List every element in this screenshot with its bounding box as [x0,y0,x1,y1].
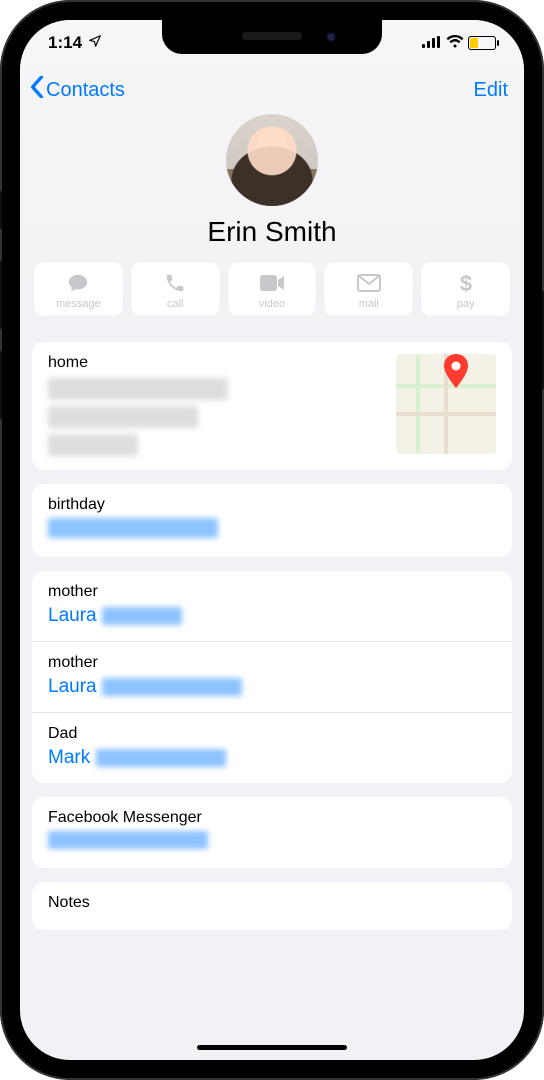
contact-header-area: Contacts Edit Erin Smith message call [20,20,524,328]
avatar[interactable] [226,114,318,206]
cellular-icon [422,33,442,53]
address-value-redacted [48,378,384,456]
screen: 1:14 [20,20,524,1060]
action-label: call [167,298,184,310]
edit-button[interactable]: Edit [474,79,508,102]
video-icon [259,272,285,294]
map-thumbnail[interactable] [396,354,496,454]
mail-icon [356,272,382,294]
volume-down-button [0,350,2,420]
status-time: 1:14 [48,33,82,53]
action-pay[interactable]: $ pay [421,262,510,316]
action-video[interactable]: video [228,262,317,316]
message-icon [65,272,91,294]
notes-card[interactable]: Notes [32,882,512,930]
svg-text:$: $ [459,271,471,295]
volume-up-button [0,260,2,330]
relation-surname-redacted [96,749,226,767]
relation-label: mother [48,583,496,601]
address-label: home [48,354,384,372]
birthday-label: birthday [48,496,496,514]
action-label: video [259,298,285,310]
home-indicator[interactable] [197,1045,347,1050]
nav-bar: Contacts Edit [20,66,524,108]
wifi-icon [446,33,464,53]
phone-icon [162,272,188,294]
relation-name: Laura [48,676,97,697]
relation-row[interactable]: mother Laura [32,571,512,641]
social-label: Facebook Messenger [48,809,496,827]
relation-surname-redacted [102,607,182,625]
phone-frame: 1:14 [0,0,544,1080]
social-card[interactable]: Facebook Messenger [32,797,512,868]
action-label: message [56,298,101,310]
relation-name: Mark [48,747,90,768]
relation-label: Dad [48,725,496,743]
action-label: mail [359,298,379,310]
action-call[interactable]: call [131,262,220,316]
relation-label: mother [48,654,496,672]
battery-icon [468,36,496,50]
address-card[interactable]: home [32,342,512,470]
relations-card: mother Laura mother Laura Dad [32,571,512,783]
action-row: message call video mail $ pay [20,262,524,328]
side-button [0,190,2,230]
notes-label: Notes [48,894,496,912]
back-button[interactable]: Contacts [30,76,125,104]
back-label: Contacts [46,79,125,102]
birthday-card[interactable]: birthday [32,484,512,557]
birthday-value-redacted [48,518,496,543]
action-label: pay [457,298,475,310]
relation-name: Laura [48,605,97,626]
relation-row[interactable]: mother Laura [32,641,512,712]
relation-row[interactable]: Dad Mark [32,712,512,783]
chevron-left-icon [30,76,44,104]
relation-surname-redacted [102,678,242,696]
contact-name: Erin Smith [20,216,524,248]
action-mail[interactable]: mail [324,262,413,316]
contact-details: home [20,342,524,950]
social-value-redacted [48,831,496,854]
action-message[interactable]: message [34,262,123,316]
location-icon [88,33,102,53]
notch [162,20,382,54]
dollar-icon: $ [453,272,479,294]
